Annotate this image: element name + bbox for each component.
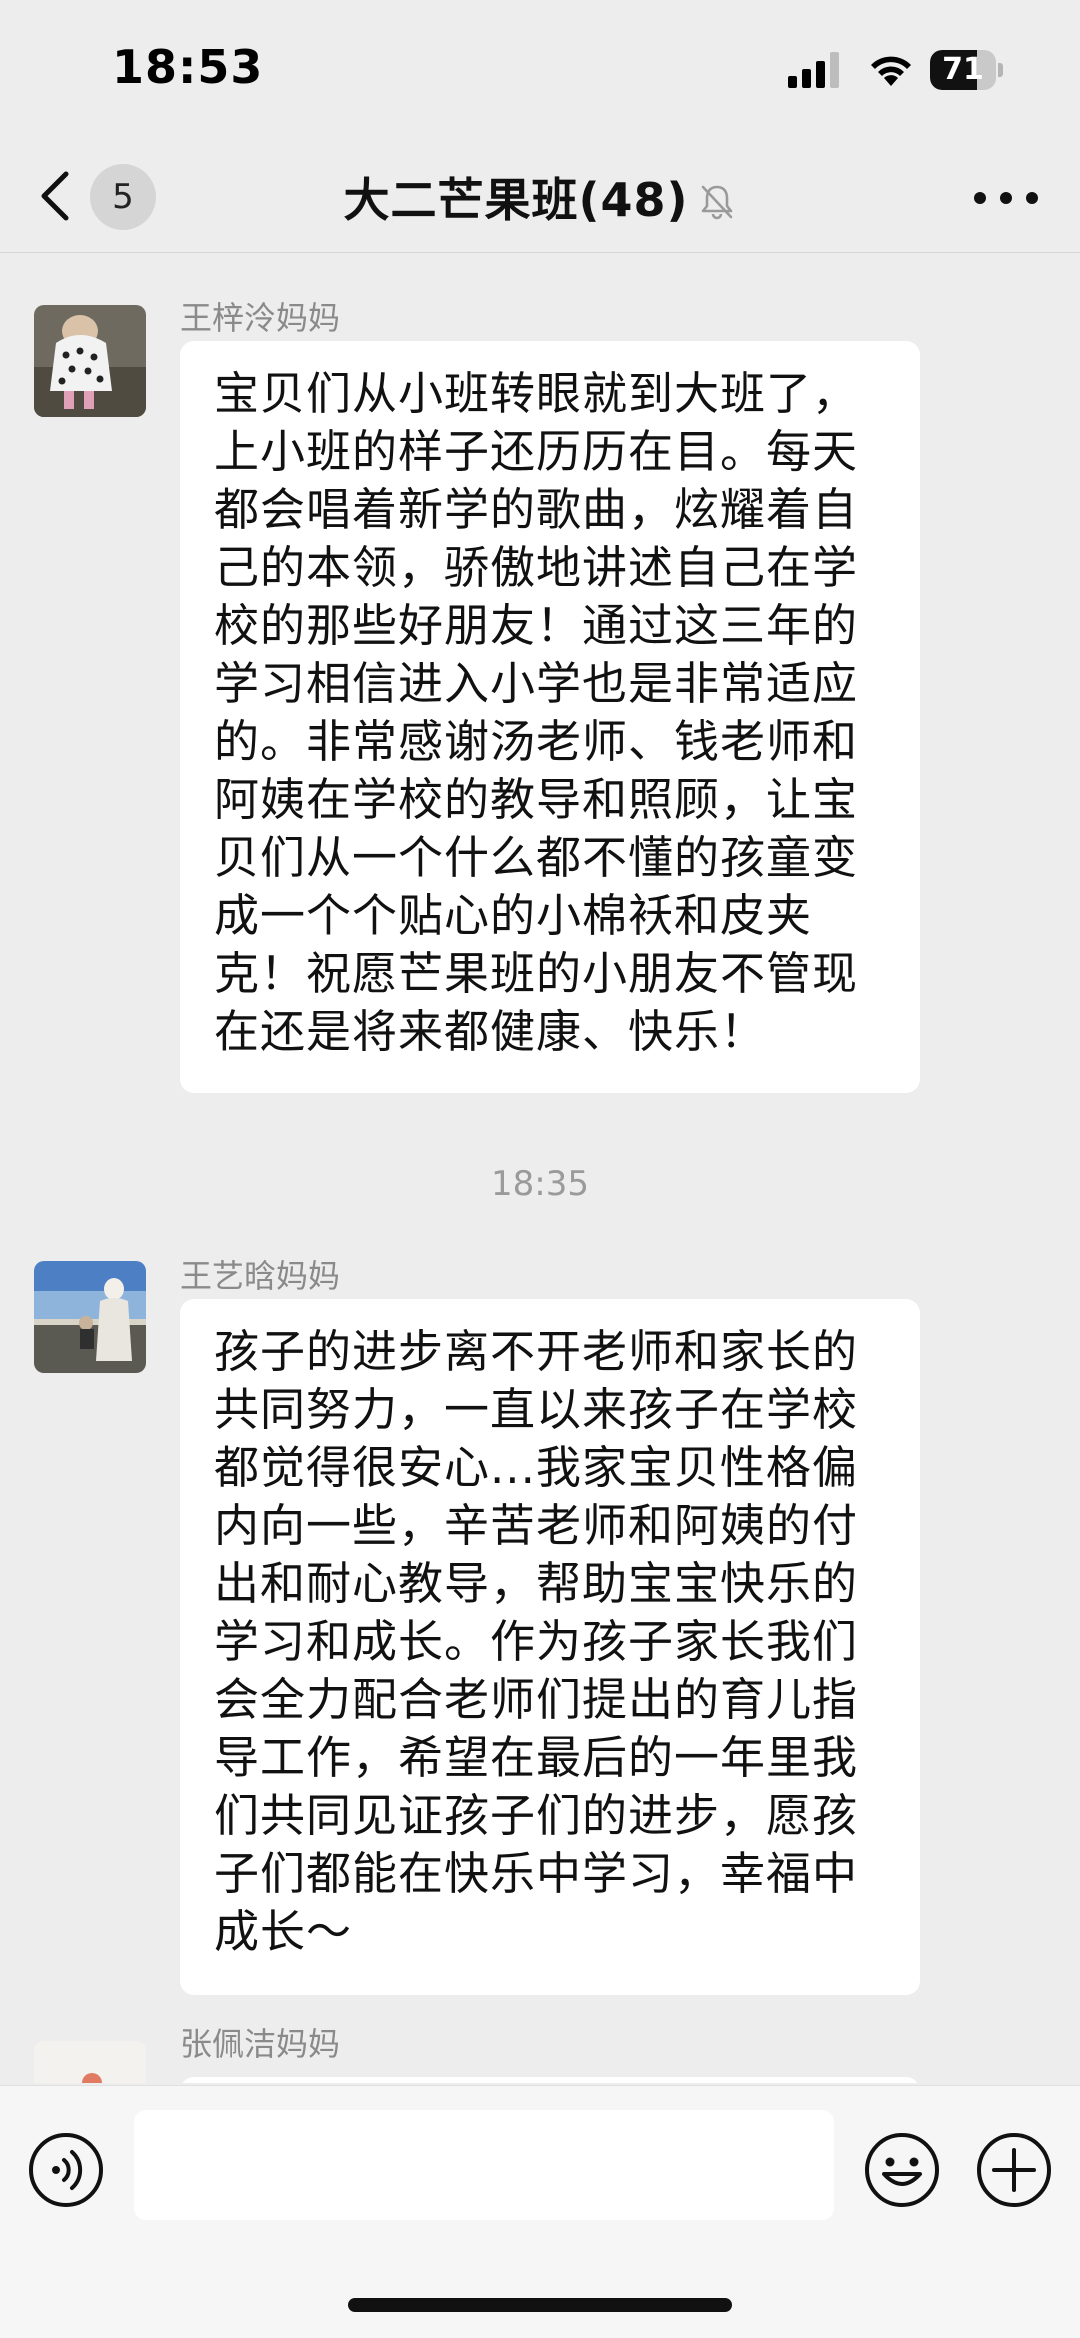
message-bubble[interactable]: 宝贝们从小班转眼就到大班了，上小班的样子还历历在目。每天都会唱着新学的歌曲，炫耀… bbox=[180, 341, 920, 1093]
chat-header: 5 大二芒果班(48) bbox=[0, 140, 1080, 253]
avatar[interactable] bbox=[34, 1261, 146, 1373]
voice-icon[interactable] bbox=[26, 2130, 106, 2210]
sender-name: 张佩洁妈妈 bbox=[180, 2025, 341, 2063]
message-input[interactable] bbox=[134, 2110, 834, 2220]
sender-name: 王梓泠妈妈 bbox=[180, 299, 341, 337]
bell-slash-icon bbox=[701, 185, 732, 219]
message-bubble[interactable]: 孩子的进步离不开老师和家长的共同努力，一直以来孩子在学校都觉得很安心...我家宝… bbox=[180, 1299, 920, 1995]
avatar[interactable] bbox=[34, 2041, 146, 2083]
message-list[interactable]: 王梓泠妈妈 宝贝们从小班转眼就到大班了，上小班的样子还历历在目。每天都会唱着新学… bbox=[0, 253, 1080, 2083]
chat-title-text: 大二芒果班(48) bbox=[343, 173, 689, 227]
home-indicator[interactable] bbox=[348, 2298, 732, 2312]
message-timestamp: 18:35 bbox=[491, 1164, 589, 1204]
battery-level: 71 bbox=[942, 52, 984, 87]
battery-icon: 71 bbox=[930, 50, 1004, 90]
signal-icon bbox=[788, 52, 839, 88]
plus-circle-icon[interactable] bbox=[974, 2130, 1054, 2210]
wifi-icon bbox=[871, 56, 911, 86]
smiley-icon[interactable] bbox=[862, 2130, 942, 2210]
more-options-button[interactable] bbox=[970, 178, 1042, 218]
status-time: 18:53 bbox=[112, 40, 264, 94]
sender-name: 王艺晗妈妈 bbox=[180, 1257, 341, 1295]
chat-title: 大二芒果班(48) bbox=[0, 164, 1080, 230]
avatar[interactable] bbox=[34, 305, 146, 417]
status-bar: 18:53 71 bbox=[0, 0, 1080, 140]
message-bubble[interactable] bbox=[180, 2077, 920, 2083]
